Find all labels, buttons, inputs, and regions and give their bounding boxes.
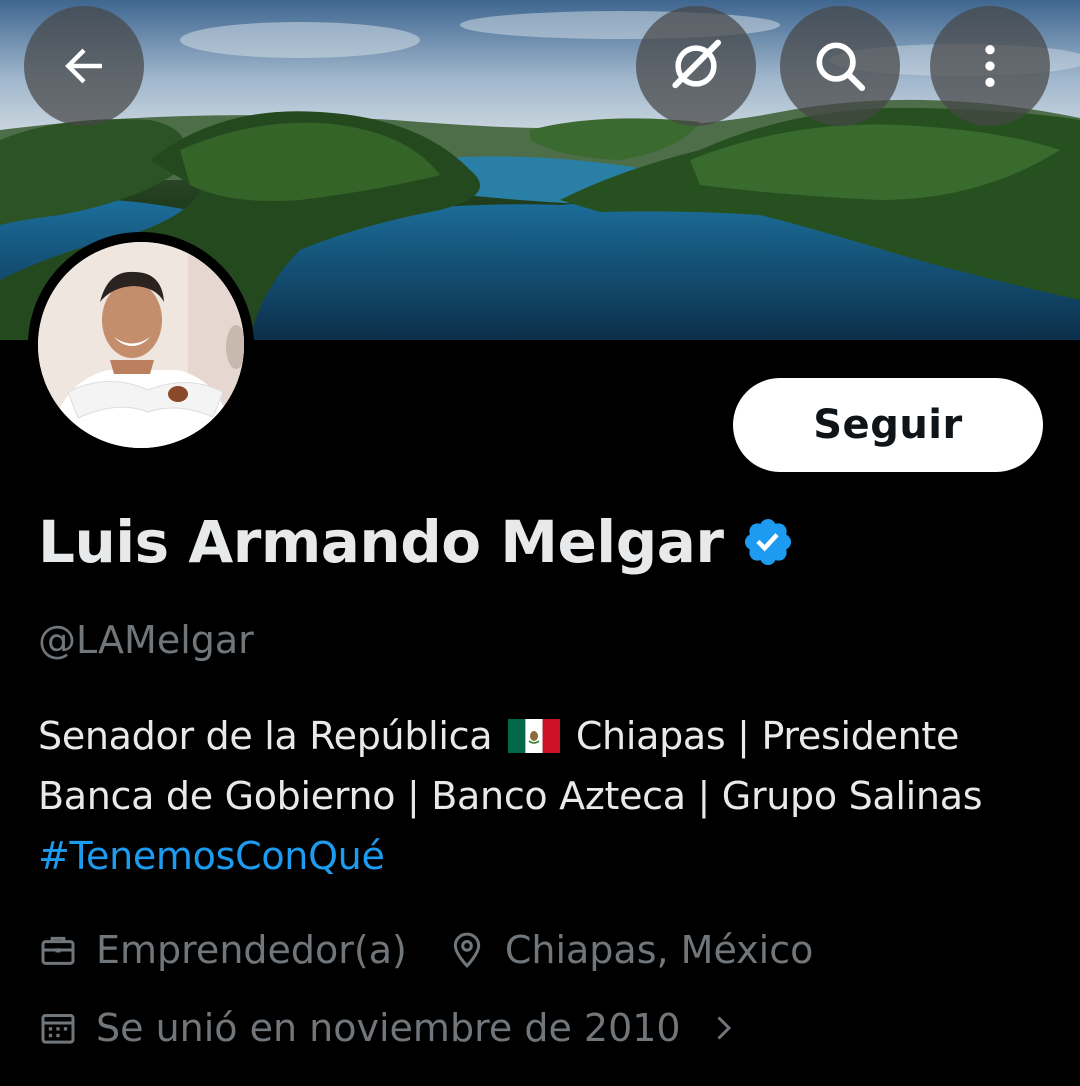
avatar-photo bbox=[38, 242, 244, 448]
avatar-person-illustration bbox=[38, 242, 244, 448]
grok-icon bbox=[672, 39, 722, 89]
profile-name-row: Luis Armando Melgar bbox=[38, 508, 795, 576]
calendar-icon bbox=[41, 1013, 75, 1044]
bio-text-part1: Senador de la República bbox=[38, 714, 493, 758]
search-button[interactable] bbox=[780, 6, 900, 126]
profile-location: Chiapas, México bbox=[504, 928, 814, 972]
more-options-button[interactable] bbox=[930, 6, 1050, 126]
chevron-right-icon bbox=[717, 1016, 731, 1040]
more-vertical-icon bbox=[985, 45, 995, 87]
search-icon bbox=[816, 42, 866, 92]
profile-meta-row: Emprendedor(a) Chiapas, México bbox=[38, 928, 813, 972]
grok-button[interactable] bbox=[636, 6, 756, 126]
back-button[interactable] bbox=[24, 6, 144, 126]
follow-button[interactable]: Seguir bbox=[733, 378, 1043, 472]
briefcase-icon bbox=[41, 936, 75, 965]
profile-joined-date: Se unió en noviembre de 2010 bbox=[96, 1006, 681, 1050]
profile-handle: @LAMelgar bbox=[38, 618, 254, 662]
profile-bio: Senador de la República Chiapas | Presid… bbox=[38, 706, 1048, 886]
profile-avatar[interactable] bbox=[28, 232, 254, 458]
arrow-left-icon bbox=[65, 48, 102, 84]
bio-hashtag-link[interactable]: #TenemosConQué bbox=[38, 834, 385, 878]
mexico-flag-icon bbox=[508, 719, 561, 753]
profile-joined-row[interactable]: Se unió en noviembre de 2010 bbox=[38, 1006, 741, 1050]
verified-badge-icon[interactable] bbox=[741, 515, 795, 569]
location-pin-icon bbox=[453, 932, 480, 968]
profile-name: Luis Armando Melgar bbox=[38, 508, 724, 576]
profile-profession: Emprendedor(a) bbox=[96, 928, 407, 972]
